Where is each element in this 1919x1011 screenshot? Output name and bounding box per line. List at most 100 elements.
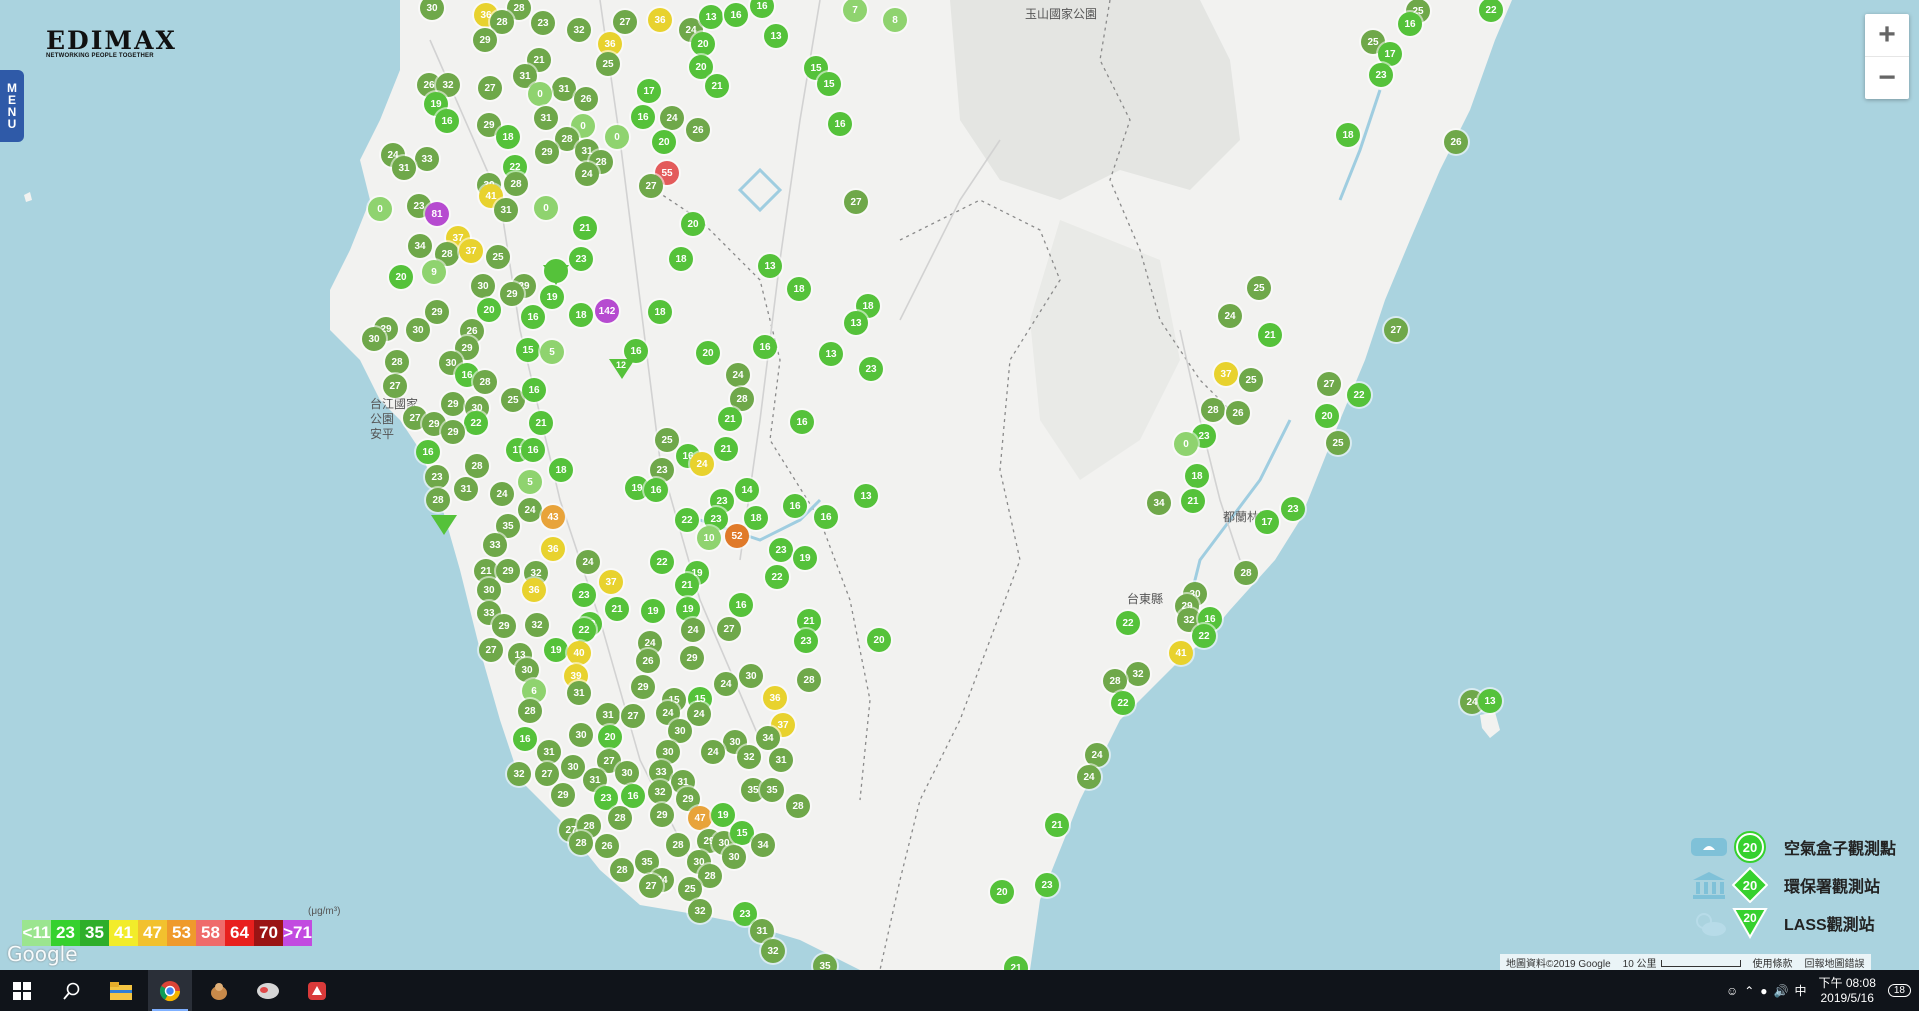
taskbar-app-2[interactable] [246, 970, 290, 1011]
airbox-marker[interactable]: 37 [599, 570, 623, 594]
airbox-marker[interactable]: 27 [621, 704, 645, 728]
airbox-marker[interactable]: 13 [844, 311, 868, 335]
airbox-marker[interactable]: 0 [528, 82, 552, 106]
airbox-marker[interactable]: 21 [605, 597, 629, 621]
airbox-marker[interactable]: 23 [425, 465, 449, 489]
airbox-marker[interactable]: 23 [572, 583, 596, 607]
airbox-marker[interactable]: 13 [699, 5, 723, 29]
airbox-marker[interactable]: 16 [753, 335, 777, 359]
airbox-marker[interactable]: 29 [680, 646, 704, 670]
people-icon[interactable]: ☺ [1726, 984, 1738, 998]
menu-tab[interactable]: MENU [0, 70, 24, 142]
airbox-marker[interactable]: 16 [521, 305, 545, 329]
airbox-marker[interactable]: 16 [790, 410, 814, 434]
airbox-marker[interactable]: 5 [540, 340, 564, 364]
airbox-marker[interactable]: 22 [464, 411, 488, 435]
lass-marker[interactable] [543, 265, 569, 285]
airbox-marker[interactable]: 25 [1247, 276, 1271, 300]
airbox-marker[interactable]: 25 [1239, 368, 1263, 392]
airbox-marker[interactable]: 20 [652, 130, 676, 154]
airbox-marker[interactable]: 24 [726, 363, 750, 387]
airbox-marker[interactable]: 21 [1181, 489, 1205, 513]
airbox-marker[interactable]: 32 [688, 899, 712, 923]
airbox-marker[interactable]: 23 [794, 629, 818, 653]
airbox-marker[interactable]: 17 [1255, 510, 1279, 534]
airbox-marker[interactable]: 27 [1384, 318, 1408, 342]
airbox-marker[interactable]: 31 [537, 740, 561, 764]
airbox-marker[interactable]: 22 [675, 508, 699, 532]
ime-indicator[interactable]: 中 [1794, 982, 1806, 999]
airbox-marker[interactable]: 27 [639, 174, 663, 198]
airbox-marker[interactable]: 24 [576, 550, 600, 574]
airbox-marker[interactable]: 16 [621, 784, 645, 808]
airbox-marker[interactable]: 22 [1111, 691, 1135, 715]
airbox-marker[interactable]: 19 [544, 638, 568, 662]
airbox-marker[interactable]: 27 [1317, 372, 1341, 396]
airbox-marker[interactable]: 27 [717, 617, 741, 641]
airbox-marker[interactable]: 27 [383, 374, 407, 398]
airbox-marker[interactable]: 22 [1347, 383, 1371, 407]
airbox-marker[interactable]: 28 [490, 10, 514, 34]
start-button[interactable] [0, 970, 44, 1011]
airbox-marker[interactable]: 16 [783, 494, 807, 518]
airbox-marker[interactable]: 13 [854, 484, 878, 508]
airbox-marker[interactable]: 29 [473, 28, 497, 52]
airbox-marker[interactable]: 19 [793, 546, 817, 570]
airbox-marker[interactable]: 37 [459, 239, 483, 263]
airbox-marker[interactable]: 37 [1214, 362, 1238, 386]
airbox-marker[interactable]: 20 [389, 265, 413, 289]
airbox-marker[interactable]: 23 [531, 11, 555, 35]
airbox-marker[interactable]: 20 [681, 212, 705, 236]
airbox-marker[interactable]: 26 [574, 87, 598, 111]
airbox-marker[interactable]: 18 [496, 125, 520, 149]
airbox-marker[interactable]: 30 [406, 318, 430, 342]
airbox-marker[interactable]: 34 [756, 726, 780, 750]
lass-marker[interactable]: 12 [609, 359, 635, 379]
airbox-marker[interactable]: 23 [769, 538, 793, 562]
airbox-marker[interactable]: 30 [615, 761, 639, 785]
airbox-marker[interactable]: 15 [817, 72, 841, 96]
airbox-marker[interactable]: 43 [541, 505, 565, 529]
airbox-marker[interactable]: 28 [426, 488, 450, 512]
airbox-marker[interactable]: 32 [525, 613, 549, 637]
airbox-marker[interactable]: 32 [761, 939, 785, 963]
airbox-marker[interactable]: 18 [669, 247, 693, 271]
airbox-marker[interactable]: 32 [648, 780, 672, 804]
airbox-marker[interactable]: 32 [737, 745, 761, 769]
airbox-marker[interactable]: 40 [567, 641, 591, 665]
airbox-marker[interactable]: 24 [575, 162, 599, 186]
airbox-marker[interactable]: 24 [681, 618, 705, 642]
airbox-marker[interactable]: 26 [636, 649, 660, 673]
airbox-marker[interactable]: 28 [465, 454, 489, 478]
airbox-marker[interactable]: 41 [1169, 641, 1193, 665]
airbox-marker[interactable]: 13 [1478, 689, 1502, 713]
network-icon[interactable]: ● [1760, 984, 1767, 998]
airbox-marker[interactable]: 18 [744, 506, 768, 530]
airbox-marker[interactable]: 29 [551, 783, 575, 807]
airbox-marker[interactable]: 28 [504, 172, 528, 196]
airbox-marker[interactable]: 36 [541, 537, 565, 561]
airbox-marker[interactable]: 21 [705, 74, 729, 98]
zoom-in-button[interactable]: + [1865, 14, 1909, 56]
airbox-marker[interactable]: 23 [1369, 63, 1393, 87]
map-data-credit[interactable]: 地圖資料©2019 Google [1506, 955, 1611, 970]
airbox-marker[interactable]: 18 [1185, 464, 1209, 488]
airbox-marker[interactable]: 31 [552, 77, 576, 101]
airbox-marker[interactable]: 9 [422, 260, 446, 284]
airbox-marker[interactable]: 27 [613, 10, 637, 34]
taskbar-clock[interactable]: 下午 08:08 2019/5/16 [1819, 976, 1876, 1006]
taskbar-app-3[interactable] [295, 970, 339, 1011]
airbox-marker[interactable]: 19 [711, 803, 735, 827]
airbox-marker[interactable]: 29 [631, 675, 655, 699]
lass-marker[interactable] [431, 515, 457, 535]
airbox-marker[interactable]: 13 [758, 254, 782, 278]
airbox-marker[interactable]: 21 [714, 437, 738, 461]
airbox-marker[interactable]: 31 [454, 477, 478, 501]
airbox-marker[interactable]: 30 [569, 723, 593, 747]
airbox-marker[interactable]: 29 [535, 140, 559, 164]
notification-badge[interactable]: 18 [1887, 984, 1911, 997]
airbox-marker[interactable]: 30 [722, 845, 746, 869]
airbox-marker[interactable]: 15 [516, 338, 540, 362]
airbox-marker[interactable]: 23 [859, 357, 883, 381]
airbox-marker[interactable]: 28 [473, 370, 497, 394]
